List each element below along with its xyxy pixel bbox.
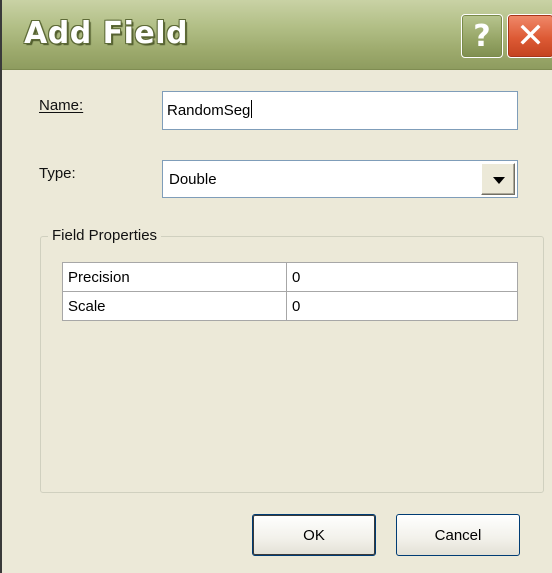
property-row-scale: Scale 0 (62, 291, 518, 321)
property-row-precision: Precision 0 (62, 262, 518, 292)
add-field-dialog: Add Field ? ✕ Name: RandomSeg Type: Doub… (0, 0, 552, 573)
type-label: Type: (39, 165, 76, 182)
cancel-button-label: Cancel (434, 526, 482, 544)
name-input-value: RandomSeg (167, 102, 251, 119)
cancel-button[interactable]: Cancel (396, 514, 520, 556)
ok-button-label: OK (303, 526, 325, 544)
type-label-text: Type: (39, 165, 76, 182)
name-input[interactable]: RandomSeg (162, 91, 518, 130)
name-label: Name: (39, 97, 83, 114)
question-mark-icon: ? (473, 18, 491, 54)
type-dropdown[interactable]: Double (162, 160, 518, 198)
close-icon: ✕ (516, 16, 545, 56)
type-dropdown-value: Double (169, 171, 217, 188)
close-button[interactable]: ✕ (507, 14, 552, 58)
name-label-text: Name: (39, 97, 84, 114)
window-title: Add Field (24, 16, 188, 51)
title-bar[interactable]: Add Field ? ✕ (2, 0, 552, 70)
property-key: Precision (62, 262, 287, 292)
property-key: Scale (62, 291, 287, 321)
property-value-precision[interactable]: 0 (286, 262, 518, 292)
ok-button[interactable]: OK (252, 514, 376, 556)
text-caret (251, 100, 253, 118)
field-properties-grid: Precision 0 Scale 0 (62, 262, 518, 321)
property-value-scale[interactable]: 0 (286, 291, 518, 321)
field-properties-title: Field Properties (48, 227, 162, 244)
chevron-down-icon[interactable] (481, 163, 515, 195)
help-button[interactable]: ? (461, 14, 503, 58)
